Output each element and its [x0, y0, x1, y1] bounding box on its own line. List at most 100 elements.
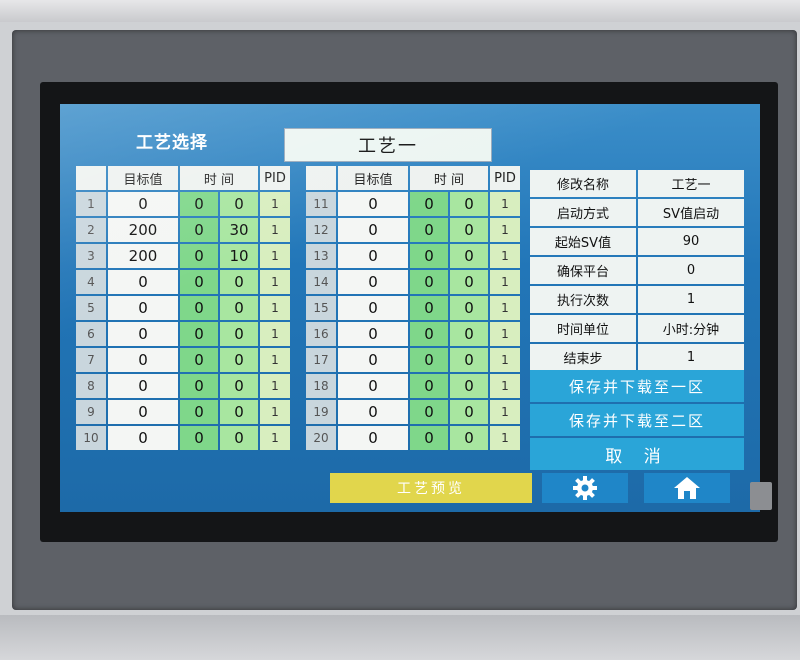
pid-cell[interactable]: 1	[490, 348, 520, 372]
time-minutes-cell[interactable]: 0	[450, 348, 488, 372]
time-minutes-cell[interactable]: 10	[220, 244, 258, 268]
time-hours-cell[interactable]: 0	[410, 218, 448, 242]
pid-cell[interactable]: 1	[490, 296, 520, 320]
time-hours-cell[interactable]: 0	[180, 296, 218, 320]
time-minutes-cell[interactable]: 0	[450, 244, 488, 268]
target-value-cell[interactable]: 0	[108, 322, 178, 346]
pid-cell[interactable]: 1	[260, 322, 290, 346]
table-row: 18 0 0 0 1	[306, 374, 520, 398]
time-minutes-cell[interactable]: 30	[220, 218, 258, 242]
pid-cell[interactable]: 1	[260, 374, 290, 398]
time-minutes-cell[interactable]: 0	[220, 400, 258, 424]
target-value-cell[interactable]: 0	[108, 400, 178, 424]
time-minutes-cell[interactable]: 0	[220, 348, 258, 372]
target-value-cell[interactable]: 0	[338, 218, 408, 242]
pid-cell[interactable]: 1	[490, 192, 520, 216]
target-value-cell[interactable]: 0	[338, 426, 408, 450]
param-value-field[interactable]: 1	[638, 286, 744, 313]
param-value-field[interactable]: 工艺一	[638, 170, 744, 197]
target-value-cell[interactable]: 200	[108, 218, 178, 242]
pid-cell[interactable]: 1	[260, 400, 290, 424]
target-value-cell[interactable]: 0	[338, 374, 408, 398]
target-value-cell[interactable]: 0	[338, 400, 408, 424]
target-value-cell[interactable]: 200	[108, 244, 178, 268]
target-value-cell[interactable]: 0	[108, 192, 178, 216]
pid-cell[interactable]: 1	[490, 400, 520, 424]
time-hours-cell[interactable]: 0	[410, 348, 448, 372]
time-minutes-cell[interactable]: 0	[220, 296, 258, 320]
param-value-field[interactable]: 0	[638, 257, 744, 284]
time-minutes-cell[interactable]: 0	[220, 270, 258, 294]
time-hours-cell[interactable]: 0	[410, 322, 448, 346]
param-value-field[interactable]: SV值启动	[638, 199, 744, 226]
time-minutes-cell[interactable]: 0	[450, 218, 488, 242]
target-value-cell[interactable]: 0	[338, 322, 408, 346]
time-hours-cell[interactable]: 0	[180, 192, 218, 216]
step-index: 17	[306, 348, 336, 372]
time-hours-cell[interactable]: 0	[410, 426, 448, 450]
target-value-cell[interactable]: 0	[338, 270, 408, 294]
pid-cell[interactable]: 1	[260, 244, 290, 268]
table-row: 13 0 0 0 1	[306, 244, 520, 268]
param-value-field[interactable]: 小时:分钟	[638, 315, 744, 342]
target-value-cell[interactable]: 0	[108, 374, 178, 398]
time-hours-cell[interactable]: 0	[180, 374, 218, 398]
time-minutes-cell[interactable]: 0	[450, 270, 488, 294]
recipe-name-display[interactable]: 工艺一	[284, 128, 492, 162]
pid-cell[interactable]: 1	[490, 218, 520, 242]
target-value-cell[interactable]: 0	[338, 348, 408, 372]
pid-cell[interactable]: 1	[490, 426, 520, 450]
pid-header: PID	[490, 166, 520, 190]
time-hours-cell[interactable]: 0	[180, 348, 218, 372]
time-minutes-cell[interactable]: 0	[220, 322, 258, 346]
pid-cell[interactable]: 1	[260, 296, 290, 320]
time-hours-cell[interactable]: 0	[180, 322, 218, 346]
time-hours-cell[interactable]: 0	[410, 400, 448, 424]
pid-cell[interactable]: 1	[490, 374, 520, 398]
pid-cell[interactable]: 1	[260, 270, 290, 294]
pid-cell[interactable]: 1	[260, 218, 290, 242]
time-minutes-cell[interactable]: 0	[450, 296, 488, 320]
target-value-cell[interactable]: 0	[338, 192, 408, 216]
time-minutes-cell[interactable]: 0	[450, 400, 488, 424]
time-hours-cell[interactable]: 0	[410, 244, 448, 268]
time-minutes-cell[interactable]: 0	[220, 192, 258, 216]
pid-cell[interactable]: 1	[260, 348, 290, 372]
pid-cell[interactable]: 1	[260, 192, 290, 216]
pid-cell[interactable]: 1	[490, 244, 520, 268]
settings-button[interactable]	[542, 473, 628, 503]
param-label: 执行次数	[530, 286, 636, 313]
home-button[interactable]	[644, 473, 730, 503]
time-minutes-cell[interactable]: 0	[450, 192, 488, 216]
pid-cell[interactable]: 1	[260, 426, 290, 450]
time-hours-cell[interactable]: 0	[180, 218, 218, 242]
time-hours-cell[interactable]: 0	[180, 244, 218, 268]
time-minutes-cell[interactable]: 0	[220, 374, 258, 398]
pid-cell[interactable]: 1	[490, 322, 520, 346]
table-row: 60001	[76, 322, 290, 346]
time-minutes-cell[interactable]: 0	[450, 426, 488, 450]
time-minutes-cell[interactable]: 0	[450, 374, 488, 398]
target-value-cell[interactable]: 0	[108, 348, 178, 372]
target-value-cell[interactable]: 0	[108, 270, 178, 294]
save-zone1-button[interactable]: 保存并下载至一区	[530, 370, 744, 402]
time-hours-cell[interactable]: 0	[410, 296, 448, 320]
target-value-cell[interactable]: 0	[338, 244, 408, 268]
param-value-field[interactable]: 1	[638, 344, 744, 371]
time-hours-cell[interactable]: 0	[180, 270, 218, 294]
time-minutes-cell[interactable]: 0	[220, 426, 258, 450]
time-minutes-cell[interactable]: 0	[450, 322, 488, 346]
pid-cell[interactable]: 1	[490, 270, 520, 294]
save-zone2-button[interactable]: 保存并下载至二区	[530, 404, 744, 436]
cancel-button[interactable]: 取 消	[530, 438, 744, 470]
target-value-cell[interactable]: 0	[108, 296, 178, 320]
time-hours-cell[interactable]: 0	[180, 426, 218, 450]
time-hours-cell[interactable]: 0	[180, 400, 218, 424]
time-hours-cell[interactable]: 0	[410, 192, 448, 216]
time-hours-cell[interactable]: 0	[410, 374, 448, 398]
time-hours-cell[interactable]: 0	[410, 270, 448, 294]
target-value-cell[interactable]: 0	[108, 426, 178, 450]
recipe-preview-button[interactable]: 工艺预览	[330, 473, 532, 503]
param-value-field[interactable]: 90	[638, 228, 744, 255]
target-value-cell[interactable]: 0	[338, 296, 408, 320]
